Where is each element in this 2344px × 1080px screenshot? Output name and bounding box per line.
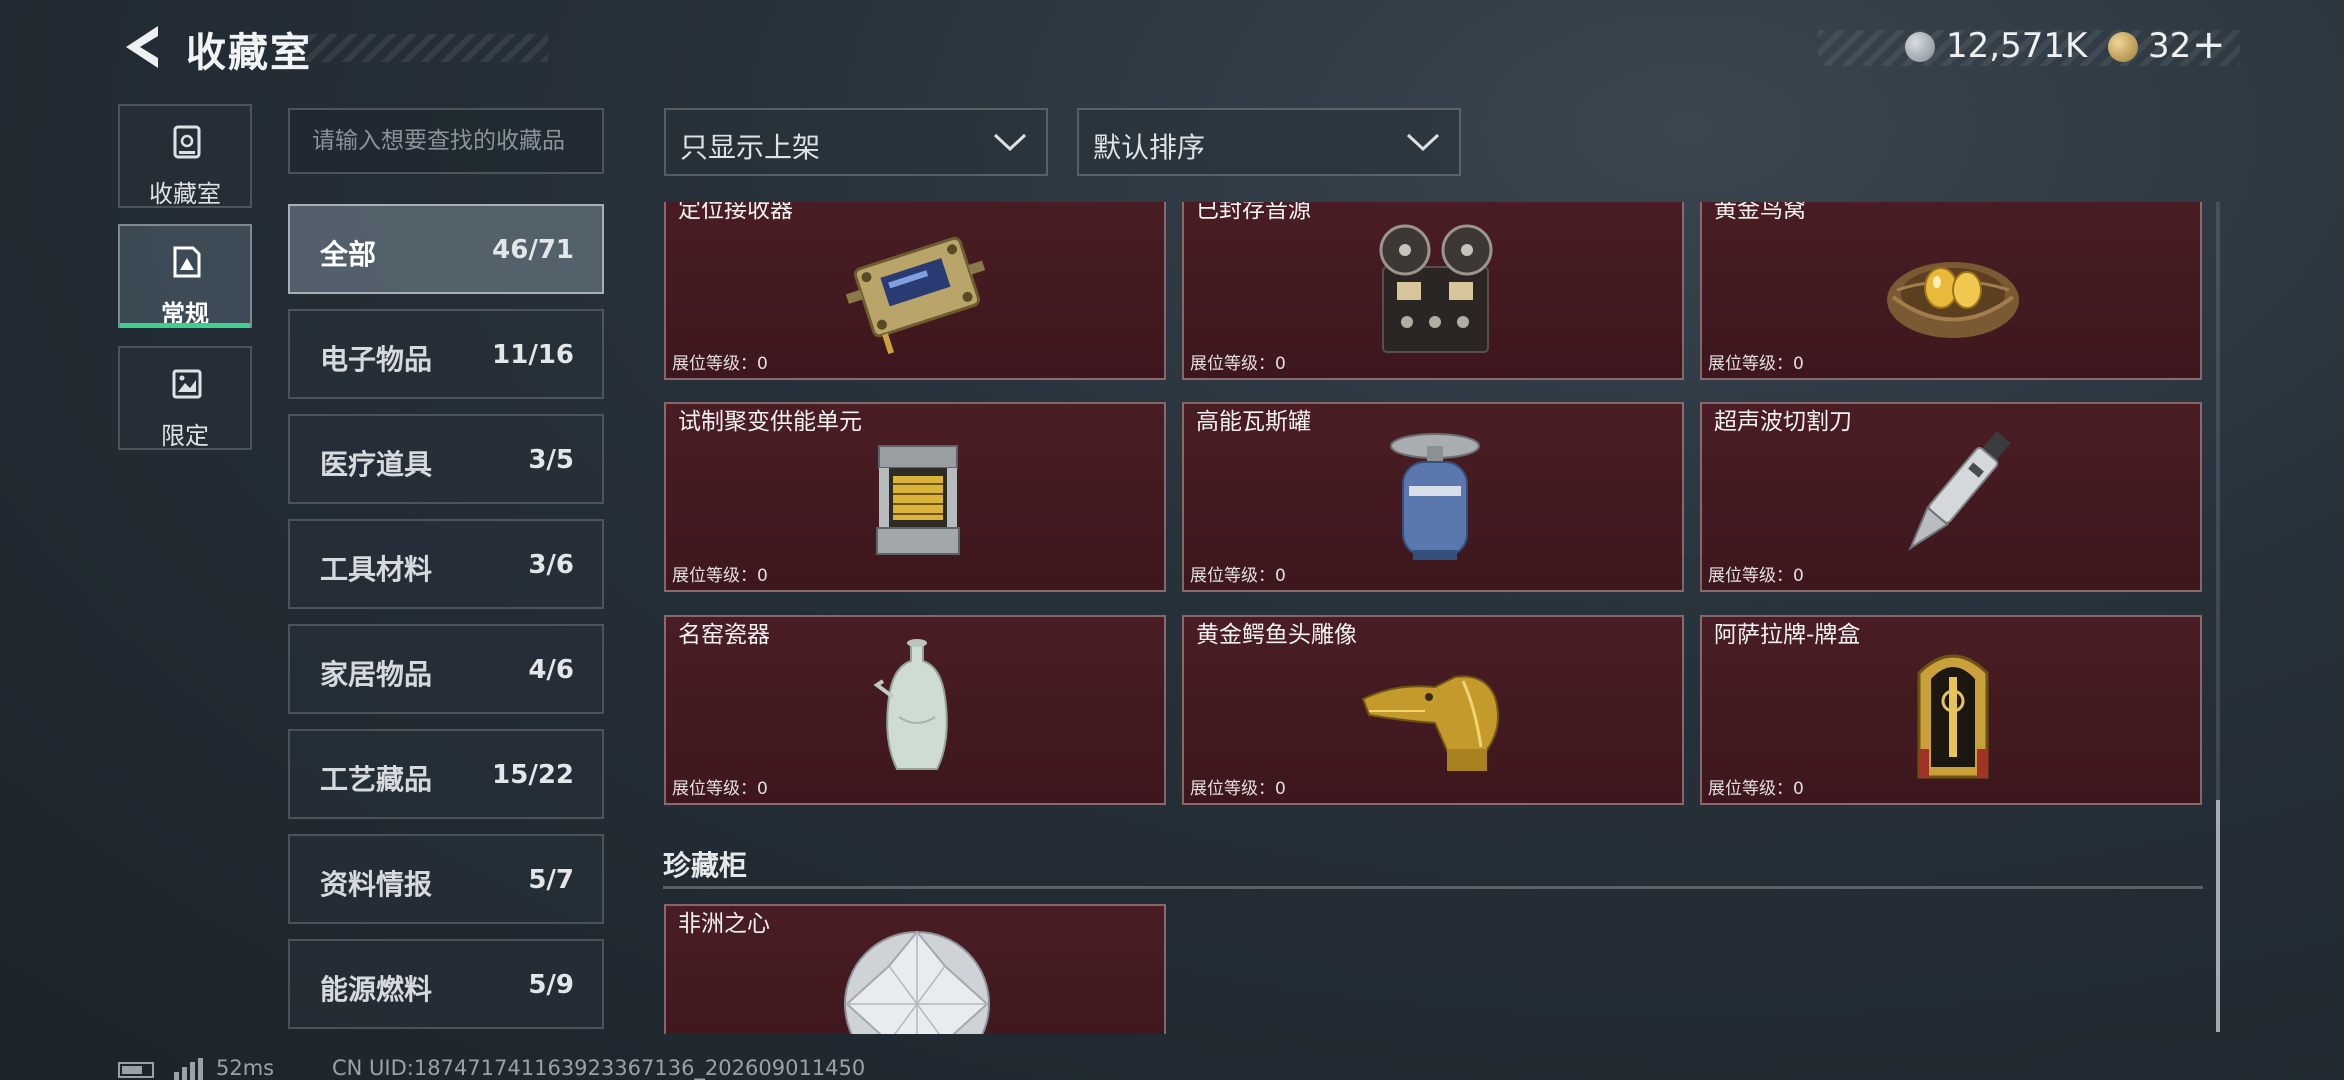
porcelain-vase-icon — [873, 639, 948, 770]
item-name: 定位接收器 — [678, 202, 793, 223]
gold-coin-icon — [2108, 32, 2138, 62]
category-count: 3/6 — [528, 550, 574, 580]
item-name: 名窑瓷器 — [678, 622, 770, 648]
category-name: 工具材料 — [320, 553, 433, 586]
chevron-down-icon — [993, 133, 1027, 152]
category-medical[interactable]: 医疗道具 3/5 — [288, 414, 604, 504]
item-name: 已封存音源 — [1196, 202, 1311, 223]
sidebar-tab-collection-room[interactable]: 收藏室 — [118, 104, 252, 208]
category-energy[interactable]: 能源燃料 5/9 — [288, 939, 604, 1029]
treasure-cabinet-heading: 珍藏柜 — [663, 849, 748, 882]
vault-icon — [173, 125, 201, 159]
receiver-icon — [845, 236, 986, 355]
section-divider — [663, 886, 2203, 889]
display-filter-value: 只显示上架 — [680, 131, 821, 164]
item-name: 超声波切割刀 — [1714, 409, 1852, 435]
item-level: 展位等级：0 — [1190, 779, 1286, 799]
tape-recorder-icon — [1379, 224, 1493, 353]
item-level: 展位等级：0 — [672, 566, 768, 586]
diamond-icon — [844, 930, 990, 1034]
sidebar-tab-regular[interactable]: 常规 — [118, 224, 252, 328]
category-count: 5/7 — [528, 865, 574, 895]
category-intel[interactable]: 资料情报 5/7 — [288, 834, 604, 924]
silver-currency-value: 12,571K — [1946, 26, 2088, 66]
sort-order-value: 默认排序 — [1093, 131, 1206, 164]
item-name: 黄金鳄鱼头雕像 — [1196, 622, 1357, 648]
category-crafts[interactable]: 工艺藏品 15/22 — [288, 729, 604, 819]
item-level: 展位等级：0 — [1190, 566, 1286, 586]
category-name: 全部 — [320, 238, 377, 271]
category-tools[interactable]: 工具材料 3/6 — [288, 519, 604, 609]
back-arrow-icon[interactable] — [118, 22, 164, 72]
item-card[interactable]: 已封存音源 展位等级：0 — [1182, 202, 1684, 380]
add-currency-button[interactable]: + — [2192, 22, 2226, 68]
display-filter-dropdown[interactable]: 只显示上架 — [664, 108, 1048, 176]
gold-currency-value: 32 — [2148, 26, 2192, 66]
display-icon — [173, 246, 201, 278]
top-bar: 收藏室 12,571K 32 + — [0, 0, 2344, 95]
category-household[interactable]: 家居物品 4/6 — [288, 624, 604, 714]
silver-coin-icon — [1905, 32, 1935, 62]
item-card[interactable]: 黄金鳄鱼头雕像 展位等级：0 — [1182, 615, 1684, 805]
category-name: 医疗道具 — [320, 448, 433, 481]
item-name: 非洲之心 — [678, 911, 770, 937]
category-count: 3/5 — [528, 445, 574, 475]
item-level: 展位等级：0 — [1708, 779, 1804, 799]
category-count: 11/16 — [492, 340, 574, 370]
item-name: 试制聚变供能单元 — [678, 409, 862, 435]
card-box-icon — [1917, 654, 1989, 779]
title-decoration — [290, 34, 548, 62]
gas-tank-icon — [1390, 433, 1480, 560]
scrollbar-thumb[interactable] — [2216, 800, 2220, 1032]
item-level: 展位等级：0 — [1708, 354, 1804, 374]
chevron-down-icon — [1406, 133, 1440, 152]
active-tab-indicator — [120, 323, 250, 328]
item-grid: 定位接收器 展位等级：0 已封存音源 展位等级：0 黄金鸟窝 展位等级：0 试制… — [660, 202, 2206, 1034]
category-electronics[interactable]: 电子物品 11/16 — [288, 309, 604, 399]
category-all[interactable]: 全部 46/71 — [288, 204, 604, 294]
item-name: 高能瓦斯罐 — [1196, 409, 1311, 435]
item-level: 展位等级：0 — [1190, 354, 1286, 374]
category-count: 46/71 — [492, 235, 574, 265]
item-name: 阿萨拉牌-牌盒 — [1714, 622, 1861, 648]
ping-value: 52ms — [216, 1056, 275, 1080]
signal-icon — [174, 1058, 203, 1080]
category-name: 资料情报 — [320, 868, 433, 901]
category-count: 5/9 — [528, 970, 574, 1000]
item-card[interactable]: 黄金鸟窝 展位等级：0 — [1700, 202, 2202, 380]
category-count: 15/22 — [492, 760, 574, 790]
sidebar-tab-label: 限定 — [161, 422, 209, 450]
item-card[interactable]: 阿萨拉牌-牌盒 展位等级：0 — [1700, 615, 2202, 805]
golden-nest-icon — [1887, 262, 2019, 338]
item-card[interactable]: 高能瓦斯罐 展位等级：0 — [1182, 402, 1684, 592]
ultrasonic-knife-icon — [1908, 431, 2011, 551]
treasure-item-card[interactable]: 非洲之心 — [664, 904, 1166, 1034]
item-level: 展位等级：0 — [672, 354, 768, 374]
search-input[interactable] — [288, 108, 604, 174]
sidebar-tab-label: 收藏室 — [149, 180, 221, 208]
item-card[interactable]: 名窑瓷器 展位等级：0 — [664, 615, 1166, 805]
sidebar-tab-limited[interactable]: 限定 — [118, 346, 252, 450]
fusion-unit-icon — [876, 445, 960, 555]
category-name: 家居物品 — [320, 658, 433, 691]
item-card[interactable]: 定位接收器 展位等级：0 — [664, 202, 1166, 380]
gold-crocodile-statue-icon — [1361, 675, 1500, 771]
item-level: 展位等级：0 — [672, 779, 768, 799]
battery-icon — [118, 1062, 154, 1078]
picture-icon — [172, 369, 202, 399]
item-name: 黄金鸟窝 — [1714, 202, 1806, 223]
category-count: 4/6 — [528, 655, 574, 685]
category-name: 电子物品 — [320, 343, 433, 376]
category-name: 工艺藏品 — [320, 763, 433, 796]
item-card[interactable]: 试制聚变供能单元 展位等级：0 — [664, 402, 1166, 592]
item-level: 展位等级：0 — [1708, 566, 1804, 586]
item-card[interactable]: 超声波切割刀 展位等级：0 — [1700, 402, 2202, 592]
category-name: 能源燃料 — [320, 973, 433, 1006]
sort-order-dropdown[interactable]: 默认排序 — [1077, 108, 1461, 176]
user-uid: CN UID:187471741163923367136_20260901145… — [332, 1056, 866, 1080]
